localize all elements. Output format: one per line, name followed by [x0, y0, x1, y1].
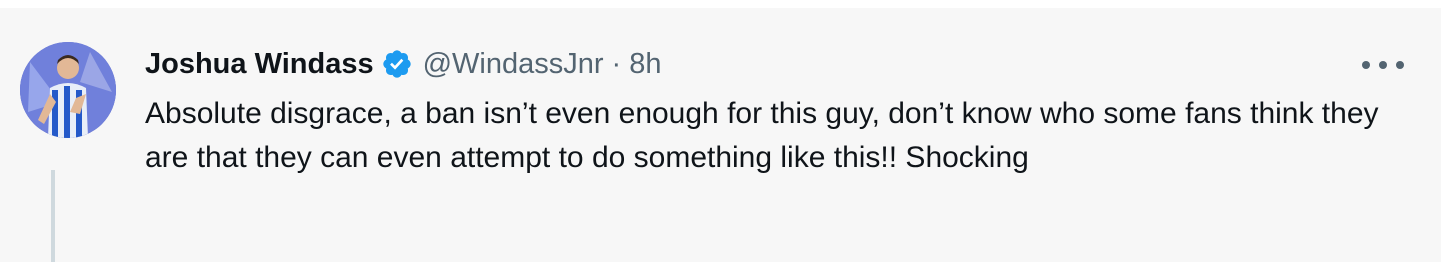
- avatar[interactable]: [20, 42, 116, 138]
- verified-badge-icon: [381, 48, 413, 80]
- thread-line: [51, 170, 55, 262]
- tweet-text: Absolute disgrace, a ban isn’t even enou…: [145, 97, 1379, 174]
- more-options-button[interactable]: [1362, 54, 1404, 76]
- profile-photo: [20, 42, 116, 138]
- tweet-card[interactable]: Joshua Windass @WindassJnr · 8h Absolute…: [0, 8, 1441, 262]
- display-name[interactable]: Joshua Windass: [145, 48, 374, 81]
- timestamp[interactable]: 8h: [629, 48, 661, 81]
- more-horizontal-icon: [1362, 61, 1370, 69]
- more-horizontal-icon: [1396, 61, 1404, 69]
- tweet-header: Joshua Windass @WindassJnr · 8h: [145, 44, 661, 84]
- user-handle[interactable]: @WindassJnr: [423, 48, 604, 81]
- separator-dot: ·: [611, 47, 622, 80]
- more-horizontal-icon: [1379, 61, 1387, 69]
